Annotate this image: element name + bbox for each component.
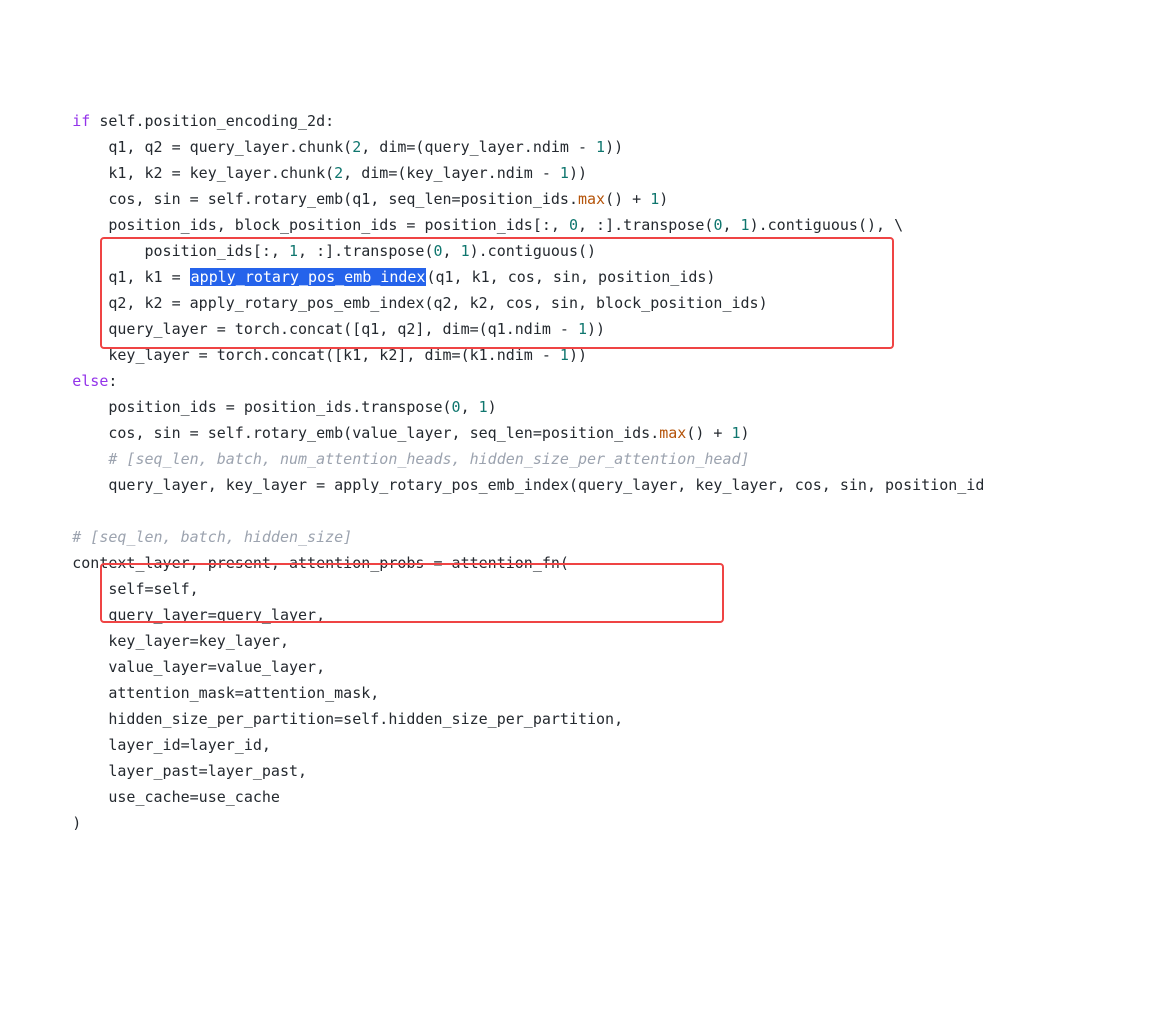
code-text: key_layer = torch.concat([k1, k2], dim=(…	[0, 346, 560, 364]
code-text: context_layer, present, attention_probs …	[0, 554, 569, 572]
code-text: ,	[722, 216, 740, 234]
number-literal: 1	[578, 320, 587, 338]
code-text: position_ids = position_ids.transpose(	[0, 398, 452, 416]
code-text: q1, q2 = query_layer.chunk(	[0, 138, 352, 156]
code-text: self=self,	[0, 580, 199, 598]
number-literal: 0	[569, 216, 578, 234]
code-text: q2, k2 = apply_rotary_pos_emb_index(q2, …	[0, 294, 768, 312]
number-literal: 1	[479, 398, 488, 416]
number-literal: 2	[334, 164, 343, 182]
code-text: )	[488, 398, 497, 416]
code-text: use_cache=use_cache	[0, 788, 280, 806]
code-text: layer_past=layer_past,	[0, 762, 307, 780]
code-text: , dim=(key_layer.ndim -	[343, 164, 560, 182]
code-text: query_layer, key_layer = apply_rotary_po…	[0, 476, 984, 494]
code-text: cos, sin = self.rotary_emb(q1, seq_len=p…	[0, 190, 578, 208]
code-text: ,	[461, 398, 479, 416]
number-literal: 0	[433, 242, 442, 260]
code-text: value_layer=value_layer,	[0, 658, 325, 676]
code-text: (q1, k1, cos, sin, position_ids)	[426, 268, 715, 286]
keyword-else: else	[72, 372, 108, 390]
builtin-max: max	[659, 424, 686, 442]
code-text: ).contiguous()	[470, 242, 596, 260]
number-literal: 1	[461, 242, 470, 260]
number-literal: 1	[289, 242, 298, 260]
number-literal: 2	[352, 138, 361, 156]
code-text: () +	[605, 190, 650, 208]
code-text: position_ids, block_position_ids = posit…	[0, 216, 569, 234]
code-block: if self.position_encoding_2d: q1, q2 = q…	[0, 104, 1173, 888]
code-text: ))	[587, 320, 605, 338]
code-text: query_layer = torch.concat([q1, q2], dim…	[0, 320, 578, 338]
code-text: )	[0, 814, 81, 832]
code-text: position_ids[:,	[0, 242, 289, 260]
builtin-max: max	[578, 190, 605, 208]
comment: # [seq_len, batch, hidden_size]	[0, 528, 352, 546]
code-text: , dim=(query_layer.ndim -	[361, 138, 596, 156]
code-text: ))	[605, 138, 623, 156]
code-text: query_layer=query_layer,	[0, 606, 325, 624]
code-text: )	[741, 424, 750, 442]
code-text: ))	[569, 346, 587, 364]
number-literal: 1	[650, 190, 659, 208]
code-text: ,	[443, 242, 461, 260]
code-text: cos, sin = self.rotary_emb(value_layer, …	[0, 424, 659, 442]
code-text: :	[108, 372, 117, 390]
number-literal: 1	[741, 216, 750, 234]
code-text: k1, k2 = key_layer.chunk(	[0, 164, 334, 182]
code-text: self.position_encoding_2d:	[90, 112, 334, 130]
code-text: ))	[569, 164, 587, 182]
number-literal: 1	[560, 346, 569, 364]
comment: # [seq_len, batch, num_attention_heads, …	[0, 450, 750, 468]
code-text: , :].transpose(	[578, 216, 713, 234]
number-literal: 1	[560, 164, 569, 182]
code-text: ).contiguous(), \	[750, 216, 904, 234]
code-text: layer_id=layer_id,	[0, 736, 271, 754]
code-text: attention_mask=attention_mask,	[0, 684, 379, 702]
code-text: q1, k1 =	[0, 268, 190, 286]
code-text: hidden_size_per_partition=self.hidden_si…	[0, 710, 623, 728]
keyword-if: if	[72, 112, 90, 130]
code-text: () +	[686, 424, 731, 442]
number-literal: 1	[596, 138, 605, 156]
number-literal: 0	[452, 398, 461, 416]
code-text: )	[659, 190, 668, 208]
code-text: , :].transpose(	[298, 242, 433, 260]
selected-text[interactable]: apply_rotary_pos_emb_index	[190, 268, 427, 286]
code-text: key_layer=key_layer,	[0, 632, 289, 650]
number-literal: 1	[732, 424, 741, 442]
